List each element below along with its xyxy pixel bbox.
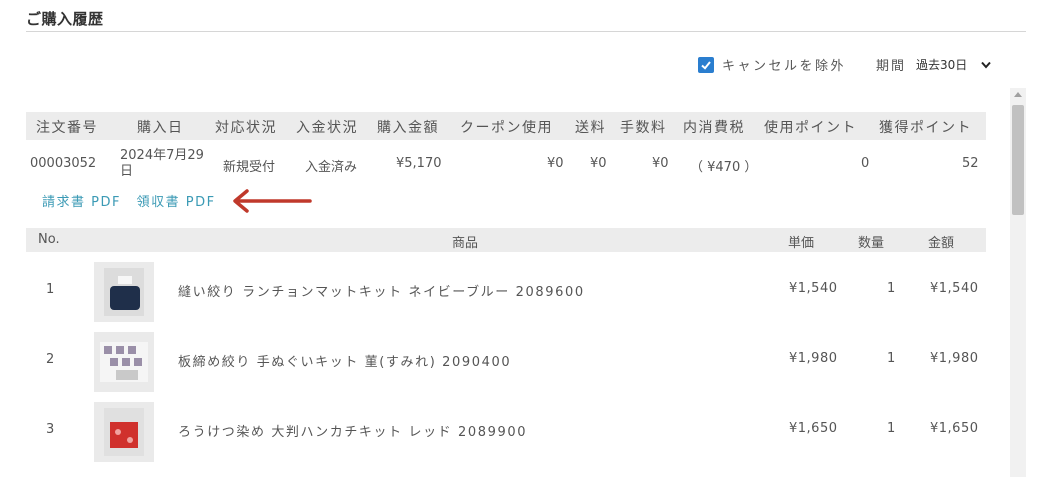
order-row: 00003052 2024年7月29日 新規受付 入金済み ¥5,170 ¥0 … [26,144,986,184]
quantity: 1 [887,421,896,436]
header-no: No. [38,232,60,247]
header-status: 対応状況 [215,120,277,136]
product-thumbnail[interactable] [94,332,154,392]
items-table-header: No. 商品 単価 数量 金額 [26,228,986,252]
filter-bar: キャンセルを除外 期間 過去30日 [698,55,992,74]
exclude-cancel-checkbox[interactable] [698,56,714,73]
line-amount: ¥1,980 [930,351,979,366]
pdf-links: 請求書 PDF 領収書 PDF [42,191,226,210]
header-earned-points: 獲得ポイント [879,120,972,136]
header-tax: 内消費税 [683,120,745,136]
header-qty: 数量 [858,236,885,251]
header-coupon: クーポン使用 [460,120,553,136]
product-name[interactable]: 板締め絞り 手ぬぐいキット 菫(すみれ) 2090400 [178,351,511,370]
scroll-up-arrow-icon[interactable] [1014,92,1022,97]
order-no: 00003052 [30,156,97,171]
item-row: 1 縫い絞り ランチョンマットキット ネイビーブルー 2089600 ¥1,54… [26,260,986,322]
exclude-cancel-label[interactable]: キャンセルを除外 [722,55,846,74]
header-order-no: 注文番号 [36,120,98,136]
unit-price: ¥1,650 [789,421,838,436]
fee-amount: ¥0 [652,156,669,171]
line-amount: ¥1,540 [930,281,979,296]
item-row: 2 板締め絞り 手ぬぐいキット 菫(すみれ) 2090400 ¥1,980 1 … [26,330,986,392]
header-payment: 入金状況 [296,120,358,136]
period-value: 過去30日 [916,58,968,72]
checkmark-icon [701,60,711,70]
order-table-header: 注文番号 購入日 対応状況 入金状況 購入金額 クーポン使用 送料 手数料 内消… [26,112,986,140]
period-select[interactable]: 過去30日 [916,56,992,73]
order-scroll-pane: 注文番号 購入日 対応状況 入金状況 購入金額 クーポン使用 送料 手数料 内消… [26,88,1026,477]
product-name[interactable]: ろうけつ染め 大判ハンカチキット レッド 2089900 [178,421,527,440]
payment-status: 入金済み [305,160,358,175]
line-amount: ¥1,650 [930,421,979,436]
product-thumbnail[interactable] [94,262,154,322]
chevron-down-icon [981,61,992,69]
title-divider [26,31,1026,32]
quantity: 1 [887,351,896,366]
header-unit-price: 単価 [788,236,815,251]
header-product: 商品 [452,236,479,251]
header-amount: 購入金額 [377,120,439,136]
receipt-pdf-link[interactable]: 領収書 PDF [137,195,216,210]
product-thumbnail[interactable] [94,402,154,462]
quantity: 1 [887,281,896,296]
product-name[interactable]: 縫い絞り ランチョンマットキット ネイビーブルー 2089600 [178,281,585,300]
shipping-amount: ¥0 [590,156,607,171]
used-points: 0 [861,156,870,171]
invoice-pdf-link[interactable]: 請求書 PDF [42,195,121,210]
item-no: 2 [46,352,55,367]
unit-price: ¥1,980 [789,351,838,366]
header-line-amount: 金額 [928,236,955,251]
earned-points: 52 [962,156,979,171]
header-shipping: 送料 [575,120,606,136]
item-no: 1 [46,282,55,297]
item-row: 3 ろうけつ染め 大判ハンカチキット レッド 2089900 ¥1,650 1 … [26,400,986,462]
period-label: 期間 [876,59,907,74]
order-status: 新規受付 [223,160,276,175]
left-arrow-icon [233,189,312,213]
vertical-scrollbar[interactable] [1010,88,1026,477]
header-used-points: 使用ポイント [764,120,857,136]
unit-price: ¥1,540 [789,281,838,296]
order-date: 2024年7月29日 [120,148,204,179]
scroll-thumb[interactable] [1012,105,1024,215]
page-title: ご購入履歴 [26,10,104,28]
tax-amount: （ ¥470 ） [690,160,758,175]
header-fee: 手数料 [620,120,667,136]
coupon-amount: ¥0 [547,156,564,171]
header-date: 購入日 [137,120,184,136]
order-amount: ¥5,170 [396,156,442,171]
item-no: 3 [46,422,55,437]
